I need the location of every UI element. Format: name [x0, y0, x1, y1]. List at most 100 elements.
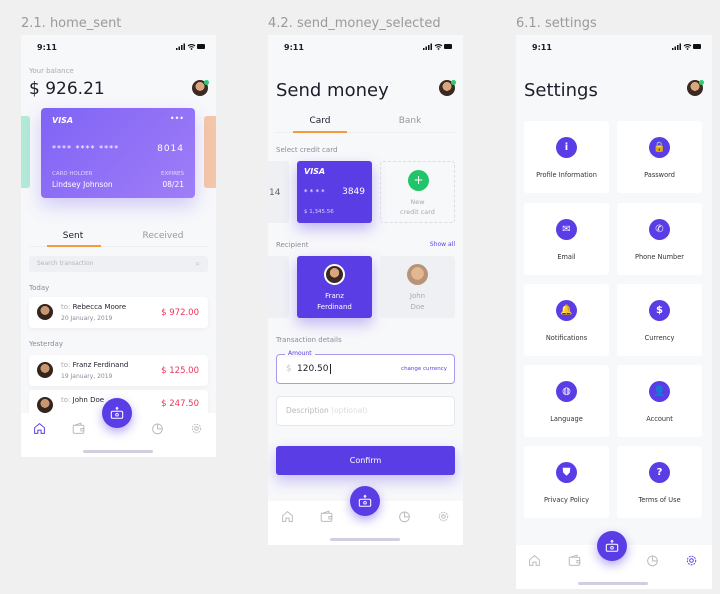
settings-item-email[interactable]: ✉ Email — [524, 203, 609, 275]
amount-value: 120.50 — [297, 364, 331, 374]
avatar — [37, 397, 53, 413]
status-time: 9:11 — [37, 43, 57, 52]
card-prev[interactable] — [21, 116, 30, 188]
wallet-icon[interactable] — [568, 554, 581, 567]
dollar-icon: $ — [649, 300, 670, 321]
transaction-row[interactable]: to: Franz Ferdinand 19 January, 2019 $ 125… — [29, 355, 208, 386]
avatar[interactable] — [192, 80, 209, 96]
card-holder-label: CARD HOLDER — [52, 171, 93, 177]
settings-screen: 9:11 Settings i Profile Information 🔒 Passw… — [516, 35, 712, 589]
show-all-link[interactable]: Show all — [430, 241, 455, 248]
settings-icon[interactable] — [685, 554, 698, 567]
settings-item-currency[interactable]: $ Currency — [617, 284, 702, 356]
recipient-prev[interactable] — [268, 256, 289, 318]
settings-item-phone-number[interactable]: ✆ Phone Number — [617, 203, 702, 275]
credit-card[interactable]: VISA ••• **** **** **** 8014 CARD HOLDER… — [41, 108, 195, 198]
status-time: 9:11 — [532, 43, 552, 52]
group-yesterday: Yesterday — [29, 340, 63, 348]
home-indicator — [578, 582, 648, 585]
settings-icon[interactable] — [437, 510, 450, 523]
globe-icon: ◍ — [556, 381, 577, 402]
recipient-last: Ferdinand — [317, 303, 352, 311]
search-icon[interactable]: ⌕ — [196, 259, 200, 269]
send-money-icon — [605, 539, 619, 553]
chart-icon[interactable] — [151, 422, 164, 435]
home-icon[interactable] — [33, 422, 46, 435]
recipient-first: Franz — [325, 292, 344, 300]
recipient-card[interactable]: John Doe — [380, 256, 455, 318]
send-money-screen: 9:11 Send money Card Bank Select credit … — [268, 35, 463, 545]
card-mask: * * * * — [304, 188, 325, 196]
search-placeholder: Search transaction — [37, 260, 94, 267]
balance-amount: $ 926.21 — [29, 79, 105, 99]
selected-card[interactable]: VISA * * * * 3849 $ 1,345.56 — [297, 161, 372, 223]
settings-icon[interactable] — [190, 422, 203, 435]
avatar — [407, 264, 428, 285]
tab-card[interactable]: Card — [290, 116, 350, 126]
status-icons — [672, 43, 702, 50]
online-indicator — [204, 80, 209, 85]
settings-item-terms-of-use[interactable]: ? Terms of Use — [617, 446, 702, 518]
avatar — [324, 264, 345, 285]
new-card-button[interactable]: + New credit card — [380, 161, 455, 223]
home-icon[interactable] — [528, 554, 541, 567]
card-holder: Lindsey Johnson — [52, 180, 113, 189]
settings-item-privacy-policy[interactable]: ⛊ Privacy Policy — [524, 446, 609, 518]
change-currency-link[interactable]: change currency — [401, 366, 447, 372]
card-expires: 08/21 — [162, 180, 184, 189]
status-time: 9:11 — [284, 43, 304, 52]
chart-icon[interactable] — [646, 554, 659, 567]
settings-item-label: Currency — [644, 334, 675, 342]
card-next[interactable] — [204, 116, 216, 188]
settings-item-profile-information[interactable]: i Profile Information — [524, 121, 609, 193]
page-title: Settings — [524, 80, 598, 101]
send-money-button[interactable] — [102, 398, 132, 428]
transaction-row[interactable]: to: Rebecca Moore 20 January, 2019 $ 972.0… — [29, 297, 208, 328]
frame-label-settings: 6.1. settings — [516, 16, 597, 31]
status-icons — [176, 43, 206, 50]
card-mask: **** **** **** — [52, 144, 120, 153]
card-prev[interactable]: 14 — [268, 161, 289, 223]
description-input[interactable]: Description (optional) — [276, 396, 455, 426]
chart-icon[interactable] — [398, 510, 411, 523]
settings-item-account[interactable]: 👤 Account — [617, 365, 702, 437]
avatar[interactable] — [687, 80, 704, 96]
send-money-button[interactable] — [597, 531, 627, 561]
amount-input[interactable]: Amount $ 120.50 change currency — [276, 350, 455, 384]
search-input[interactable]: Search transaction ⌕ — [29, 256, 208, 272]
send-money-icon — [358, 494, 372, 508]
recipient-label: Recipient — [276, 241, 309, 249]
send-money-button[interactable] — [350, 486, 380, 516]
tab-received[interactable]: Received — [133, 231, 193, 241]
home-icon[interactable] — [281, 510, 294, 523]
wallet-icon[interactable] — [320, 510, 333, 523]
tab-underline — [293, 131, 347, 133]
card-balance: $ 1,345.56 — [304, 209, 334, 215]
wallet-icon[interactable] — [72, 422, 85, 435]
home-indicator — [330, 538, 400, 541]
settings-item-label: Account — [646, 415, 673, 423]
currency-symbol: $ — [286, 364, 292, 374]
avatar — [37, 304, 53, 320]
card-menu-icon[interactable]: ••• — [170, 114, 184, 123]
settings-item-label: Password — [644, 171, 675, 179]
card-brand: VISA — [304, 167, 326, 176]
recipient-name: John Doe — [72, 396, 105, 404]
recipient-name: Franz Ferdinand — [72, 361, 129, 369]
confirm-button[interactable]: Confirm — [276, 446, 455, 475]
online-indicator — [451, 80, 456, 85]
tab-sent[interactable]: Sent — [43, 231, 103, 241]
settings-item-language[interactable]: ◍ Language — [524, 365, 609, 437]
settings-item-label: Language — [550, 415, 583, 423]
avatar[interactable] — [439, 80, 456, 96]
settings-item-label: Privacy Policy — [544, 496, 589, 504]
user-icon: 👤 — [649, 381, 670, 402]
recipient-first: John — [409, 292, 426, 300]
card-brand: VISA — [52, 116, 74, 125]
settings-item-password[interactable]: 🔒 Password — [617, 121, 702, 193]
mail-icon: ✉ — [556, 219, 577, 240]
tab-bank[interactable]: Bank — [380, 116, 440, 126]
settings-item-notifications[interactable]: 🔔 Notifications — [524, 284, 609, 356]
settings-item-label: Email — [557, 253, 576, 261]
recipient-card-selected[interactable]: Franz Ferdinand — [297, 256, 372, 318]
